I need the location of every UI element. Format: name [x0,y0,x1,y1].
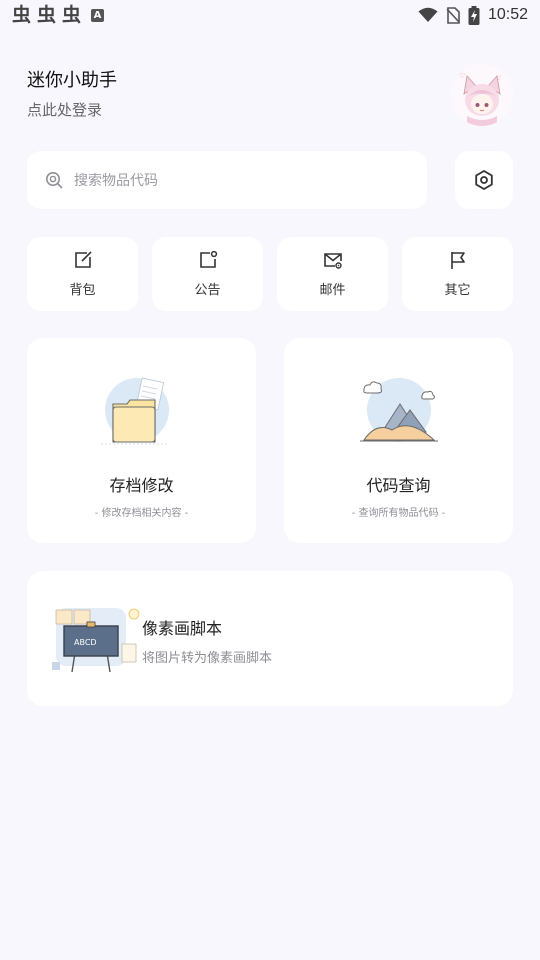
svg-text:♡: ♡ [496,75,501,82]
code-query-card[interactable]: 代码查询 - 查询所有物品代码 - [284,338,513,543]
bug-notification-icon: 虫 [37,3,57,26]
folder-illustration-icon [100,377,169,445]
flag-icon [450,252,465,269]
mountain-illustration-icon [359,378,438,442]
quick-action-mail[interactable]: 邮件 [277,237,388,311]
no-sim-icon [446,6,460,24]
bug-notification-icon: 虫 [62,3,82,26]
avatar[interactable]: ♡ ♡ [451,64,513,126]
quick-action-label: 背包 [69,283,96,298]
search-icon [46,172,63,189]
status-bar-left: 虫 虫 虫 A [12,3,105,26]
search-input[interactable]: 搜索物品代码 [27,151,427,209]
card-subtitle: 将图片转为像素画脚本 [142,651,273,666]
card-title: 代码查询 [366,476,431,495]
notice-icon [199,250,217,268]
wifi-icon [418,7,438,22]
status-bar: 虫 虫 虫 A 10:52 [0,0,540,30]
clock: 10:52 [487,6,528,23]
save-edit-card[interactable]: 存档修改 - 修改存档相关内容 - [27,338,256,543]
login-link[interactable]: 点此处登录 [27,99,102,120]
svg-text:♡: ♡ [459,72,465,80]
status-bar-right: 10:52 [418,5,528,25]
edit-square-icon [74,251,92,268]
app-title: 迷你小助手 [27,70,117,91]
card-title: 存档修改 [109,476,174,495]
card-subtitle: - 修改存档相关内容 - [94,508,189,519]
search-placeholder: 搜索物品代码 [74,173,158,189]
quick-action-label: 其它 [444,283,471,298]
board-text: ABCD [74,638,97,647]
app-notification-icon: A [91,8,105,22]
bug-notification-icon: 虫 [12,3,32,26]
quick-action-label: 邮件 [319,283,346,298]
hexagon-settings-icon [475,170,493,190]
battery-charging-icon [468,5,480,25]
anime-cat-girl-avatar-icon: ♡ ♡ [451,64,513,126]
chalkboard-illustration-icon: ABCD [52,608,140,673]
pixel-script-card[interactable]: ABCD 像素画脚本 将图片转为像素画脚本 [27,571,513,706]
quick-action-notice[interactable]: 公告 [152,237,263,311]
quick-action-other[interactable]: 其它 [402,237,513,311]
quick-action-label: 公告 [194,283,221,298]
mail-settings-icon [323,253,342,269]
card-subtitle: - 查询所有物品代码 - [351,508,446,519]
settings-button[interactable] [455,151,513,209]
quick-action-backpack[interactable]: 背包 [27,237,138,311]
card-title: 像素画脚本 [142,619,223,638]
